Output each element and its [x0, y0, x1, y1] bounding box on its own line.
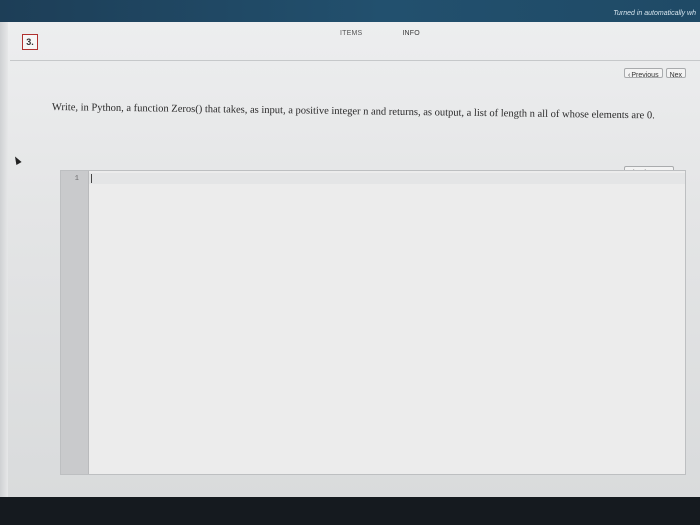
left-rail: [0, 22, 8, 522]
previous-button-label: Previous: [631, 72, 659, 79]
next-button[interactable]: Nex: [665, 68, 687, 79]
top-bar: Turned in automatically wh: [0, 0, 700, 22]
screen-bezel: [0, 497, 700, 525]
next-button-label: Nex: [669, 72, 683, 79]
header-divider: [10, 60, 700, 61]
question-number-badge[interactable]: 3.: [22, 34, 38, 50]
submission-status: Turned in automatically wh: [613, 10, 696, 17]
previous-button[interactable]: ‹Previous: [624, 68, 663, 79]
question-navigation: ‹Previous Nex: [624, 68, 687, 79]
question-prompt: Write, in Python, a function Zeros() tha…: [51, 101, 655, 122]
screen: Turned in automatically wh 3. ITEMS INFO…: [0, 0, 700, 525]
line-number-gutter: 1: [61, 171, 89, 474]
active-line-highlight: [89, 173, 685, 184]
tab-bar: ITEMS INFO: [340, 30, 420, 37]
mouse-pointer-icon: [12, 155, 22, 165]
code-editor[interactable]: 1: [60, 170, 686, 475]
chevron-left-icon: ‹: [628, 72, 631, 79]
tab-info[interactable]: INFO: [402, 30, 420, 37]
text-cursor: [91, 174, 92, 183]
line-number: 1: [74, 175, 79, 183]
tab-items[interactable]: ITEMS: [340, 30, 362, 37]
